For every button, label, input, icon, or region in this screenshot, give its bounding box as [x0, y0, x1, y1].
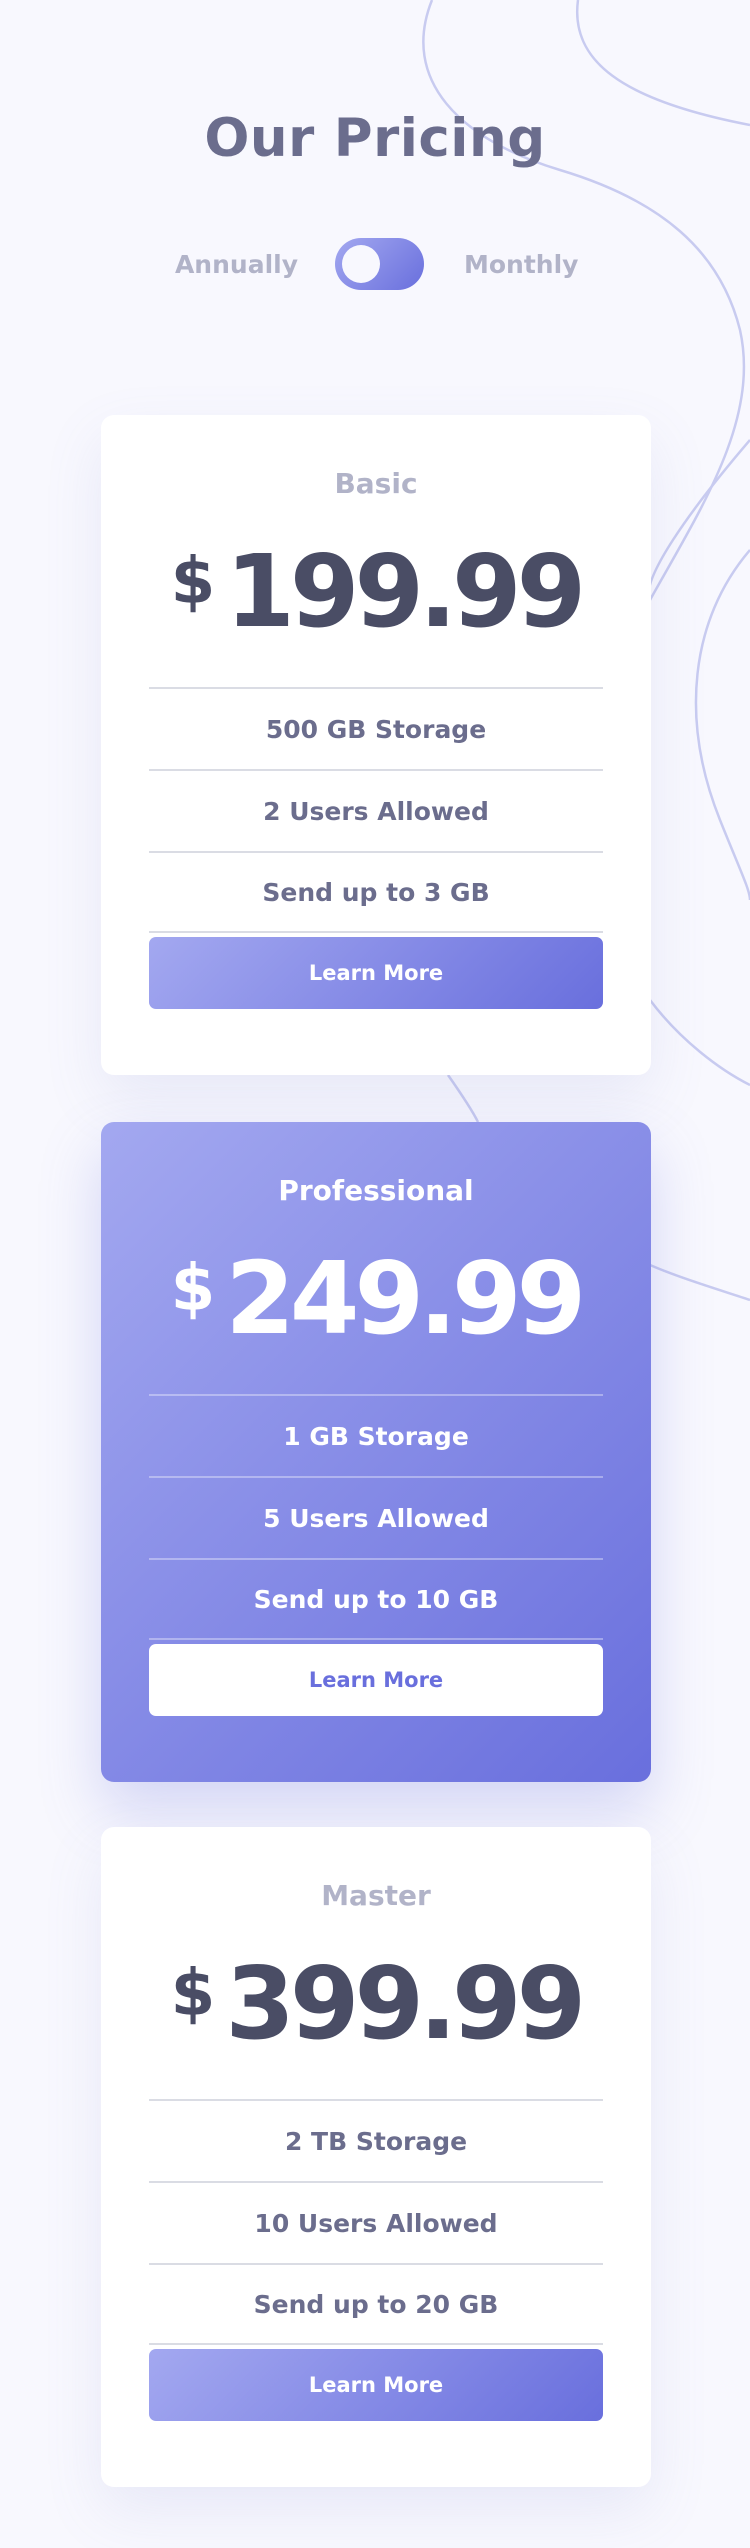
page-title: Our Pricing [204, 108, 546, 169]
plan-price: $ 399.99 [101, 1943, 651, 2063]
plan-name: Master [321, 1879, 431, 1912]
learn-more-button[interactable]: Learn More [149, 2349, 603, 2421]
monthly-label[interactable]: Monthly [464, 250, 578, 279]
plan-name: Basic [334, 467, 418, 500]
plan-card-master: Master $ 399.99 2 TB Storage 10 Users Al… [101, 1827, 651, 2487]
annually-label[interactable]: Annually [175, 250, 298, 279]
feature-item: Send up to 20 GB [149, 2263, 603, 2345]
feature-item: 1 GB Storage [149, 1394, 603, 1476]
feature-item: 10 Users Allowed [149, 2181, 603, 2263]
billing-toggle-row: Annually Monthly [0, 236, 750, 292]
billing-period-toggle[interactable] [335, 238, 424, 290]
price-amount: 199.99 [225, 532, 586, 650]
learn-more-button[interactable]: Learn More [149, 1644, 603, 1716]
plan-price: $ 199.99 [101, 531, 651, 651]
toggle-knob[interactable] [342, 245, 380, 283]
pricing-page: Our Pricing Annually Monthly Basic $ 199… [0, 0, 750, 2548]
price-amount: 399.99 [225, 1944, 586, 2062]
feature-item: 2 Users Allowed [149, 769, 603, 851]
currency-symbol: $ [170, 1252, 216, 1326]
feature-item: 500 GB Storage [149, 687, 603, 769]
price-amount: 249.99 [225, 1239, 586, 1357]
feature-list: 500 GB Storage 2 Users Allowed Send up t… [149, 687, 603, 933]
feature-item: Send up to 3 GB [149, 851, 603, 933]
plan-name: Professional [278, 1174, 474, 1207]
currency-symbol: $ [170, 545, 216, 619]
feature-item: Send up to 10 GB [149, 1558, 603, 1640]
currency-symbol: $ [170, 1957, 216, 2031]
feature-item: 2 TB Storage [149, 2099, 603, 2181]
feature-item: 5 Users Allowed [149, 1476, 603, 1558]
plan-card-professional: Professional $ 249.99 1 GB Storage 5 Use… [101, 1122, 651, 1782]
feature-list: 2 TB Storage 10 Users Allowed Send up to… [149, 2099, 603, 2345]
learn-more-button[interactable]: Learn More [149, 937, 603, 1009]
plan-price: $ 249.99 [101, 1238, 651, 1358]
feature-list: 1 GB Storage 5 Users Allowed Send up to … [149, 1394, 603, 1640]
plan-card-basic: Basic $ 199.99 500 GB Storage 2 Users Al… [101, 415, 651, 1075]
